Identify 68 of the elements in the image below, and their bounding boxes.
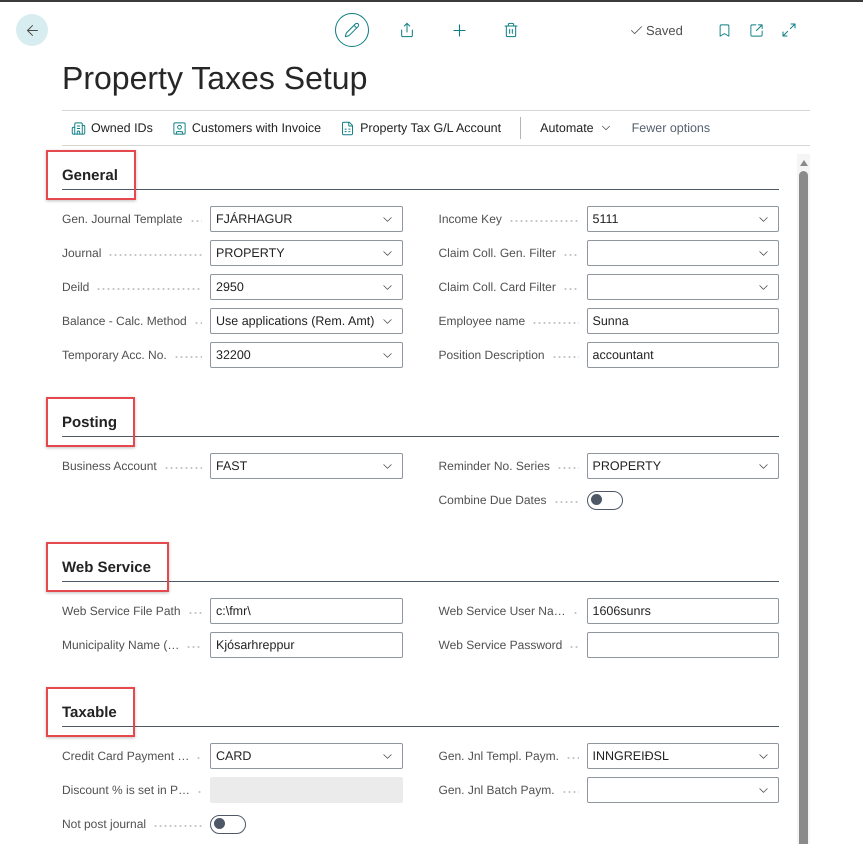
section-heading[interactable]: Web Service: [62, 558, 151, 578]
field-label: Reminder No. Series: [438, 459, 550, 473]
field-label: Claim Coll. Card Filter: [438, 280, 556, 294]
field-label: Credit Card Payment …: [62, 749, 190, 763]
building-icon: [71, 120, 86, 136]
dropdown-field[interactable]: Use applications (Rem. Amt): [210, 308, 402, 334]
pencil-icon: [344, 22, 360, 38]
field-label: Municipality Name (…: [62, 638, 180, 652]
text-field[interactable]: accountant: [586, 342, 779, 368]
field-label: Discount % is set in P…: [62, 783, 190, 797]
field-label: Gen. Jnl Templ. Paym.: [438, 749, 559, 763]
field-label: Business Account: [62, 459, 157, 473]
toggle-switch[interactable]: [586, 490, 622, 510]
dropdown-field[interactable]: PROPERTY: [210, 240, 402, 266]
field-label: Income Key: [438, 212, 502, 226]
saved-status: Saved: [646, 22, 683, 38]
dropdown-field[interactable]: 2950: [210, 274, 402, 300]
page-title: Property Taxes Setup: [61, 59, 368, 98]
section-heading[interactable]: General: [62, 166, 118, 186]
back-button[interactable]: [16, 14, 48, 46]
dropdown-field[interactable]: 5111: [586, 206, 779, 232]
edit-button[interactable]: [335, 13, 369, 47]
field-label: Not post journal: [62, 817, 146, 831]
user-square-icon: [172, 120, 187, 136]
text-field[interactable]: 1606sunrs: [586, 598, 779, 624]
text-field[interactable]: Sunna: [586, 308, 779, 334]
dropdown-field[interactable]: 32200: [210, 342, 402, 368]
field-label: Gen. Journal Template: [62, 212, 183, 226]
dropdown-field[interactable]: [586, 274, 779, 300]
menu-button[interactable]: Automate: [540, 121, 613, 135]
dropdown-field[interactable]: CARD: [210, 743, 402, 769]
action-button[interactable]: Owned IDs: [71, 120, 153, 136]
field-label: Temporary Acc. No.: [62, 348, 167, 362]
bookmark-icon: [717, 22, 732, 38]
field-label: Journal: [62, 246, 102, 260]
spreadsheet-icon: [340, 120, 356, 136]
external-window-icon: [749, 22, 764, 38]
field-label: Balance - Calc. Method: [62, 314, 187, 328]
toggle-switch[interactable]: [210, 814, 246, 834]
scrollbar-track[interactable]: [797, 154, 810, 844]
field-label: Claim Coll. Gen. Filter: [438, 246, 556, 260]
scrollbar-thumb[interactable]: [799, 171, 808, 844]
dropdown-field[interactable]: FJÁRHAGUR: [210, 206, 402, 232]
share-icon: [399, 22, 415, 38]
field-label: Position Description: [438, 348, 545, 362]
section-heading[interactable]: Taxable: [62, 703, 117, 723]
action-button[interactable]: Customers with Invoice: [172, 120, 322, 136]
expand-icon: [780, 22, 797, 38]
dropdown-field[interactable]: FAST: [210, 453, 402, 479]
field-label: Employee name: [438, 314, 526, 328]
text-field[interactable]: Kjósarhreppur: [210, 632, 402, 658]
fewer-options-button[interactable]: Fewer options: [632, 121, 710, 135]
field-label: Gen. Jnl Batch Paym.: [438, 783, 555, 797]
trash-icon: [503, 22, 519, 38]
field-label: Web Service Password: [438, 638, 562, 652]
field-label: Combine Due Dates: [438, 493, 547, 507]
dropdown-field[interactable]: INNGREIÐSL: [586, 743, 779, 769]
field-label: Web Service File Path: [62, 604, 180, 618]
dropdown-field[interactable]: PROPERTY: [586, 453, 779, 479]
text-field[interactable]: c:\fmr\: [210, 598, 402, 624]
scroll-up-arrow-icon[interactable]: [800, 160, 808, 166]
section-heading[interactable]: Posting: [62, 413, 117, 433]
dropdown-field[interactable]: [586, 777, 779, 803]
text-field[interactable]: [586, 632, 779, 658]
field-label: Deild: [62, 280, 90, 294]
field-label: Web Service User Na…: [438, 604, 566, 618]
dropdown-field[interactable]: [586, 240, 779, 266]
action-button[interactable]: Property Tax G/L Account: [340, 120, 502, 136]
